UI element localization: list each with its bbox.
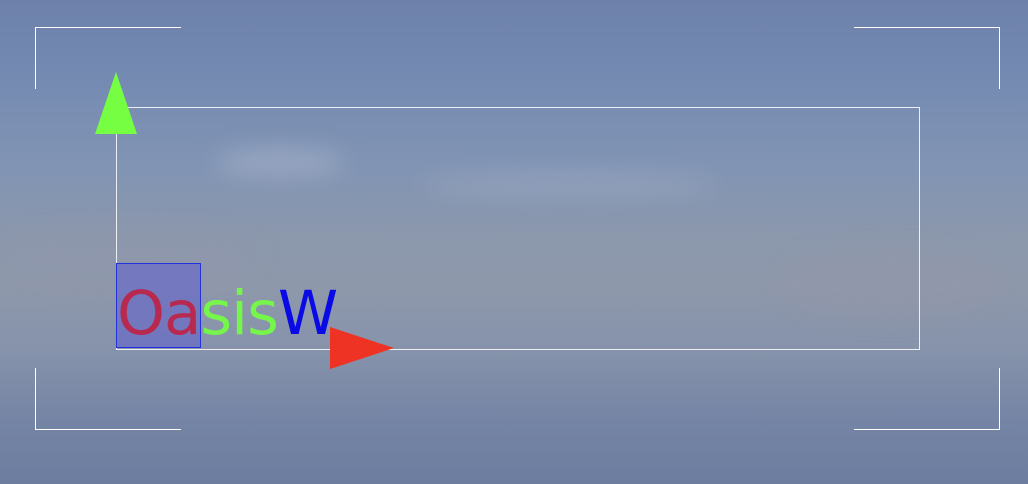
frame-corner-bottom-left [35, 368, 181, 430]
frame-corner-top-right [854, 27, 1000, 89]
y-axis-arrow-icon[interactable] [95, 72, 137, 134]
text-segment-red: Oa [117, 278, 201, 349]
text-object[interactable]: OasisW [117, 278, 338, 349]
scene-viewport[interactable]: OasisW [0, 0, 1028, 484]
text-segment-green: sis [200, 278, 279, 349]
text-segment-blue: W [277, 278, 338, 349]
frame-corner-bottom-right [854, 368, 1000, 430]
x-axis-arrow-icon[interactable] [330, 327, 394, 369]
